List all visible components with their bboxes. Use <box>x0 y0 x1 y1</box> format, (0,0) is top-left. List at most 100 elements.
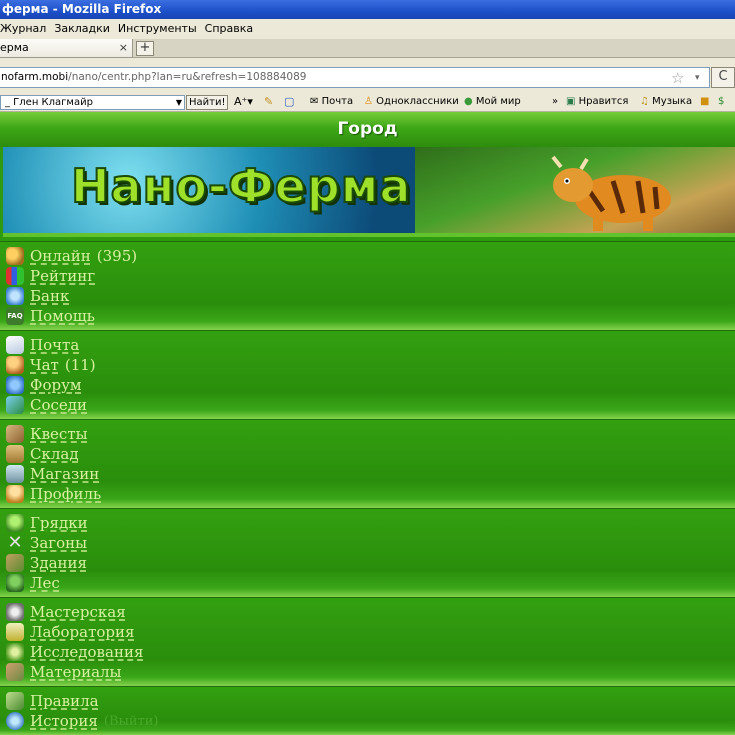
menu-item-help[interactable]: Справка <box>205 19 253 39</box>
menu-item-quests-label: Квесты <box>30 425 88 443</box>
scroll-icon <box>6 425 24 443</box>
toolbar-overflow-chevron[interactable]: » <box>552 92 558 112</box>
menu-item-help-label: Помощь <box>30 307 95 325</box>
menu-item-journal[interactable]: Журнал <box>0 19 46 39</box>
tab-close-icon[interactable]: × <box>119 39 128 57</box>
faq-icon: FAQ <box>6 307 24 325</box>
menu-item-pens[interactable]: ✕ Загоны <box>6 533 87 553</box>
menu-item-shop-label: Магазин <box>30 465 100 483</box>
window-title-bar: ферма - Mozilla Firefox <box>0 0 735 19</box>
menu-item-tools[interactable]: Инструменты <box>118 19 197 39</box>
menu-item-profile[interactable]: Профиль <box>6 484 101 504</box>
menu-item-profile-label: Профиль <box>30 485 102 503</box>
toolbar-search-input[interactable]: _ Глен Клагмайр ▼ <box>0 95 185 110</box>
crate-icon <box>6 445 24 463</box>
menu-item-materials[interactable]: Материалы <box>6 662 122 682</box>
menu-item-quests[interactable]: Квесты <box>6 424 88 444</box>
menu-item-neighbors[interactable]: Соседи <box>6 395 87 415</box>
menu-item-storage-label: Склад <box>30 445 79 463</box>
menu-item-shop[interactable]: Магазин <box>6 464 99 484</box>
menu-item-chat[interactable]: Чат (11) <box>6 355 96 375</box>
page-content: Город Нано-Ферма Онлайн (395) Рейтинг Ба… <box>0 112 735 735</box>
chat-count: (11) <box>64 356 96 374</box>
menu-section-player: Квесты Склад Магазин Профиль <box>0 419 735 508</box>
gears-icon <box>6 603 24 621</box>
menu-item-workshop[interactable]: Мастерская <box>6 602 126 622</box>
tab-title: ерма <box>0 41 29 54</box>
toolbar-mail[interactable]: ✉ Почта <box>310 92 353 112</box>
toolbar-music[interactable]: ♫ Музыка <box>640 92 692 112</box>
reload-button[interactable]: C <box>711 67 735 88</box>
menu-item-forum-label: Форум <box>30 376 82 394</box>
logout-link[interactable]: (Выйти) <box>104 714 159 729</box>
menu-item-storage[interactable]: Склад <box>6 444 79 464</box>
menu-item-forum[interactable]: Форум <box>6 375 82 395</box>
dollar-icon[interactable]: $ <box>718 92 724 112</box>
menu-item-beds-label: Грядки <box>30 514 88 532</box>
bar-chart-icon <box>6 267 24 285</box>
window-title: ферма - Mozilla Firefox <box>2 2 162 16</box>
banner-logo: Нано-Ферма <box>70 158 412 214</box>
bank-icon <box>6 287 24 305</box>
moi-mir-icon: ● <box>464 96 473 107</box>
menu-item-beds[interactable]: Грядки <box>6 513 88 533</box>
online-count: (395) <box>96 247 138 265</box>
url-host: nofarm.mobi <box>1 71 69 83</box>
tab-active[interactable]: ерма × <box>0 39 133 58</box>
find-button[interactable]: Найти! <box>186 95 229 110</box>
neighbors-icon <box>6 396 24 414</box>
menu-item-materials-label: Материалы <box>30 663 122 681</box>
chat-people-icon <box>6 356 24 374</box>
tools-icon: ✕ <box>7 532 23 553</box>
toolbar-mail-label: Почта <box>321 96 354 107</box>
menu-item-help[interactable]: FAQ Помощь <box>6 306 95 326</box>
book-icon <box>6 692 24 710</box>
menu-item-rating-label: Рейтинг <box>30 267 96 285</box>
tree-icon <box>6 574 24 592</box>
menu-item-bookmarks[interactable]: Закладки <box>54 19 110 39</box>
bookmark-star-icon[interactable]: ☆ <box>671 69 684 87</box>
menu-item-mail-label: Почта <box>30 336 80 354</box>
menu-item-online[interactable]: Онлайн (395) <box>6 246 137 266</box>
toolbar-moi-mir-label: Мой мир <box>475 96 521 107</box>
toolbar-odnoklassniki-label: Одноклассники <box>376 96 459 107</box>
menu-item-bank-label: Банк <box>30 287 70 305</box>
menu-item-rules[interactable]: Правила <box>6 691 99 711</box>
menu-item-history[interactable]: История (Выйти) <box>6 711 158 731</box>
menu-item-rating[interactable]: Рейтинг <box>6 266 95 286</box>
toolbar-moi-mir[interactable]: ● Мой мир <box>464 92 521 112</box>
menu-item-buildings[interactable]: Здания <box>6 553 87 573</box>
font-size-icon[interactable]: A⁺▾ <box>234 92 253 112</box>
menu-item-research[interactable]: Исследования <box>6 642 143 662</box>
page-icon[interactable]: ▢ <box>284 92 294 112</box>
menu-section-community: Онлайн (395) Рейтинг Банк FAQ Помощь <box>0 241 735 330</box>
menu-item-pens-label: Загоны <box>30 534 88 552</box>
address-bar[interactable]: nofarm.mobi/nano/centr.php?lan=ru&refres… <box>0 67 710 88</box>
new-tab-button[interactable]: + <box>136 41 154 56</box>
folder-icon[interactable]: ■ <box>700 92 709 112</box>
url-dropdown-icon[interactable]: ▾ <box>695 69 700 87</box>
menu-section-farm: Грядки ✕ Загоны Здания Лес <box>0 508 735 597</box>
menu-item-online-label: Онлайн <box>30 247 91 265</box>
like-icon: ▣ <box>566 96 576 107</box>
music-icon: ♫ <box>640 96 649 107</box>
sprout-icon <box>6 514 24 532</box>
envelope-icon <box>6 336 24 354</box>
menu-section-craft: Мастерская Лаборатория Исследования Мате… <box>0 597 735 686</box>
toolbar-search-value: _ Глен Клагмайр <box>5 97 93 108</box>
game-banner[interactable]: Нано-Ферма <box>3 147 735 237</box>
menu-item-rules-label: Правила <box>30 692 99 710</box>
toolbar-like[interactable]: ▣ Нравится <box>566 92 628 112</box>
toolbar-like-label: Нравится <box>578 96 629 107</box>
chevron-down-icon[interactable]: ▼ <box>176 96 182 109</box>
menu-item-forest[interactable]: Лес <box>6 573 60 593</box>
menu-item-mail[interactable]: Почта <box>6 335 79 355</box>
materials-icon <box>6 663 24 681</box>
menu-item-bank[interactable]: Банк <box>6 286 69 306</box>
search-toolbar: _ Глен Клагмайр ▼ Найти! A⁺▾ ✎ ▢ ✉ Почта… <box>0 92 735 112</box>
tiger-cow-illustration <box>551 155 671 231</box>
highlighter-icon[interactable]: ✎ <box>264 92 273 112</box>
menu-item-laboratory[interactable]: Лаборатория <box>6 622 134 642</box>
toolbar-odnoklassniki[interactable]: ♙ Одноклассники <box>364 92 459 112</box>
page-title: Город <box>0 112 735 147</box>
